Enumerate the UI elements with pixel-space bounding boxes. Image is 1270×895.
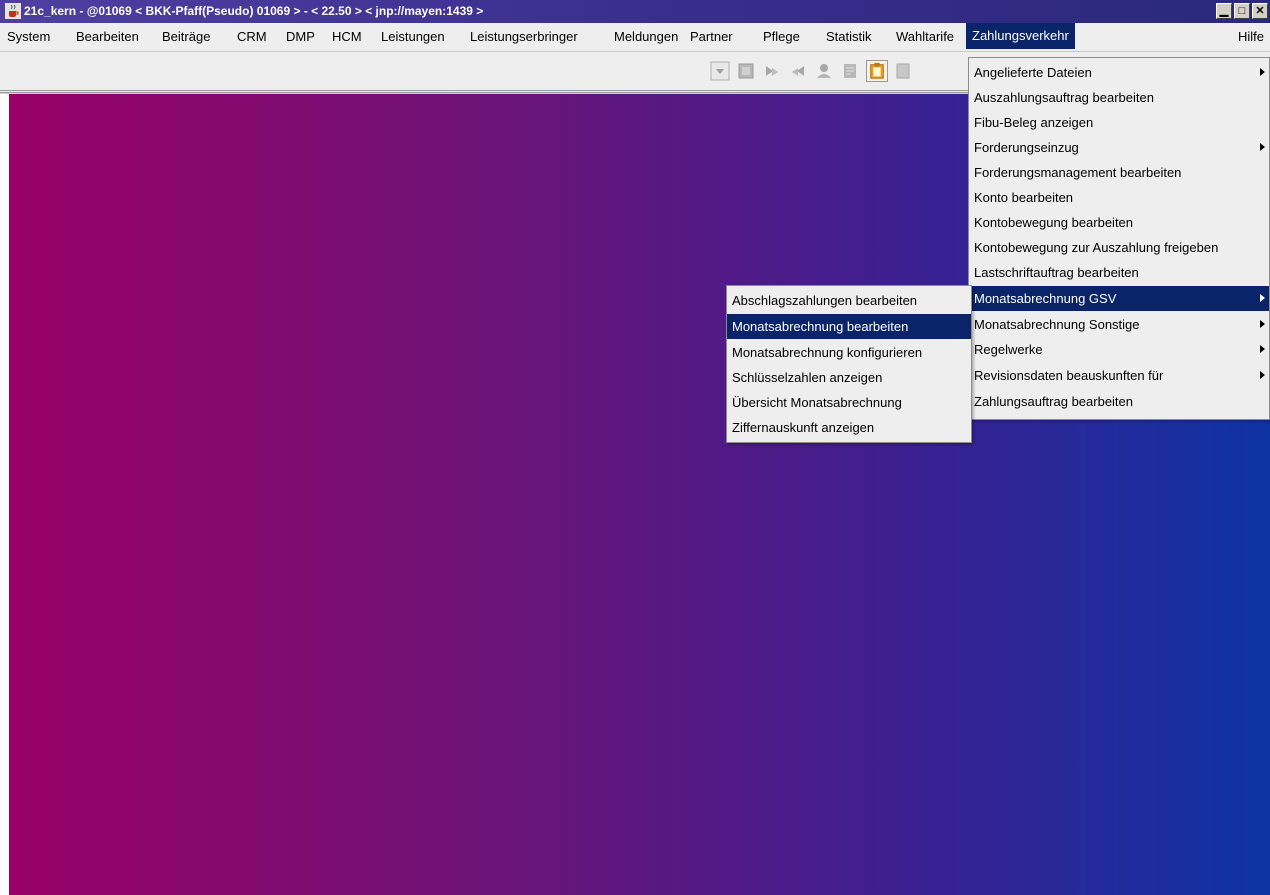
menu-crm[interactable]: CRM (237, 29, 267, 44)
monatsabrechnung-gsv-submenu: Abschlagszahlungen bearbeiten Monatsabre… (726, 285, 972, 443)
menuitem-kontobewegung[interactable]: Kontobewegung bearbeiten (969, 210, 1269, 235)
menuitem-label: Zahlungsauftrag bearbeiten (974, 394, 1134, 409)
menuitem-label: Konto bearbeiten (974, 190, 1074, 205)
menuitem-monatsabrechnung-bearbeiten[interactable]: Monatsabrechnung bearbeiten (727, 314, 971, 339)
menu-partner[interactable]: Partner (690, 29, 733, 44)
submenu-arrow-icon (1260, 345, 1265, 353)
document-icon (896, 63, 910, 79)
menuitem-uebersicht[interactable]: Übersicht Monatsabrechnung (727, 390, 971, 415)
menuitem-label: Regelwerke (974, 342, 1043, 357)
close-icon: ✕ (1255, 4, 1265, 17)
menuitem-ziffernauskunft[interactable]: Ziffernauskunft anzeigen (727, 415, 971, 440)
menuitem-label: Monatsabrechnung bearbeiten (732, 319, 909, 334)
java-cup-icon (5, 3, 21, 19)
menu-leistungserbringer[interactable]: Leistungserbringer (470, 29, 578, 44)
toolbar-clipboard-button[interactable] (866, 60, 888, 82)
menuitem-label: Fibu-Beleg anzeigen (974, 115, 1094, 130)
menuitem-forderungsmanagement[interactable]: Forderungsmanagement bearbeiten (969, 160, 1269, 185)
menu-system[interactable]: System (7, 29, 50, 44)
menuitem-monatsabrechnung-gsv[interactable]: Monatsabrechnung GSV (969, 286, 1269, 311)
title-bar[interactable]: 21c_kern - @01069 < BKK-Pfaff(Pseudo) 01… (0, 0, 1270, 23)
dropdown-button[interactable] (709, 60, 731, 82)
dropdown-icon (710, 61, 730, 81)
menuitem-label: Angelieferte Dateien (974, 65, 1092, 80)
menu-beitraege[interactable]: Beiträge (162, 29, 210, 44)
toolbar-back-button[interactable] (787, 60, 809, 82)
menuitem-angelieferte-dateien[interactable]: Angelieferte Dateien (969, 60, 1269, 85)
clipboard-icon (870, 62, 884, 79)
submenu-arrow-icon (1260, 143, 1265, 151)
submenu-arrow-icon (1260, 68, 1265, 76)
menuitem-label: Auszahlungsauftrag bearbeiten (974, 90, 1154, 105)
submenu-arrow-icon (1260, 371, 1265, 379)
menuitem-label: Abschlagszahlungen bearbeiten (732, 293, 918, 308)
close-button[interactable]: ✕ (1252, 3, 1268, 19)
person-icon (817, 64, 831, 78)
window-controls: ▁ □ ✕ (1214, 3, 1268, 19)
toolbar-document-button[interactable] (892, 60, 914, 82)
menu-bar: System Bearbeiten Beiträge CRM DMP HCM L… (0, 23, 1270, 52)
menu-wahltarife[interactable]: Wahltarife (896, 29, 954, 44)
menuitem-label: Kontobewegung bearbeiten (974, 215, 1134, 230)
zahlungsverkehr-menu: Angelieferte Dateien Auszahlungsauftrag … (968, 57, 1270, 420)
menu-pflege[interactable]: Pflege (763, 29, 800, 44)
submenu-arrow-icon (1260, 320, 1265, 328)
menuitem-fibu-beleg[interactable]: Fibu-Beleg anzeigen (969, 110, 1269, 135)
menuitem-kontobewegung-freigeben[interactable]: Kontobewegung zur Auszahlung freigeben (969, 235, 1269, 260)
bookmark-icon (738, 63, 754, 79)
menu-meldungen[interactable]: Meldungen (614, 29, 678, 44)
menuitem-monatsabrechnung-sonstige[interactable]: Monatsabrechnung Sonstige (969, 312, 1269, 337)
menuitem-label: Übersicht Monatsabrechnung (732, 395, 902, 410)
application-window: 21c_kern - @01069 < BKK-Pfaff(Pseudo) 01… (0, 0, 1270, 895)
menuitem-konto[interactable]: Konto bearbeiten (969, 185, 1269, 210)
menuitem-forderungseinzug[interactable]: Forderungseinzug (969, 135, 1269, 160)
submenu-arrow-icon (1260, 294, 1265, 302)
menuitem-zahlungsauftrag[interactable]: Zahlungsauftrag bearbeiten (969, 389, 1269, 414)
menuitem-label: Monatsabrechnung GSV (974, 291, 1117, 306)
menuitem-label: Ziffernauskunft anzeigen (732, 420, 875, 435)
menuitem-label: Lastschriftauftrag bearbeiten (974, 265, 1139, 280)
menu-bearbeiten[interactable]: Bearbeiten (76, 29, 139, 44)
menuitem-label: Monatsabrechnung konfigurieren (732, 345, 923, 360)
toolbar-forward-button[interactable] (761, 60, 783, 82)
menuitem-regelwerke[interactable]: Regelwerke (969, 337, 1269, 362)
menu-zahlungsverkehr[interactable]: Zahlungsverkehr (966, 23, 1075, 49)
menuitem-label: Schlüsselzahlen anzeigen (732, 370, 883, 385)
maximize-icon: □ (1238, 4, 1246, 17)
menuitem-revisionsdaten[interactable]: Revisionsdaten beauskunften für (969, 363, 1269, 388)
menuitem-label: Forderungsmanagement bearbeiten (974, 165, 1182, 180)
menuitem-label: Revisionsdaten beauskunften für (974, 368, 1164, 383)
left-border (0, 94, 9, 895)
back-icon (792, 66, 804, 76)
toolbar-bookmark-button[interactable] (735, 60, 757, 82)
menu-statistik[interactable]: Statistik (826, 29, 872, 44)
menuitem-label: Forderungseinzug (974, 140, 1079, 155)
menuitem-schluesselzahlen[interactable]: Schlüsselzahlen anzeigen (727, 365, 971, 390)
minimize-icon: ▁ (1219, 4, 1229, 17)
minimize-button[interactable]: ▁ (1216, 3, 1232, 19)
maximize-button[interactable]: □ (1234, 3, 1250, 19)
forward-icon (766, 66, 778, 76)
note-icon (844, 64, 856, 78)
menu-hilfe[interactable]: Hilfe (1238, 29, 1264, 44)
menuitem-monatsabrechnung-konfigurieren[interactable]: Monatsabrechnung konfigurieren (727, 340, 971, 365)
menuitem-label: Monatsabrechnung Sonstige (974, 317, 1140, 332)
menu-hcm[interactable]: HCM (332, 29, 362, 44)
window-title: 21c_kern - @01069 < BKK-Pfaff(Pseudo) 01… (24, 4, 484, 18)
menuitem-lastschriftauftrag[interactable]: Lastschriftauftrag bearbeiten (969, 260, 1269, 285)
menuitem-abschlagszahlungen[interactable]: Abschlagszahlungen bearbeiten (727, 288, 971, 313)
toolbar-person-button[interactable] (813, 60, 835, 82)
toolbar-note-button[interactable] (839, 60, 861, 82)
menu-dmp[interactable]: DMP (286, 29, 315, 44)
menuitem-label: Kontobewegung zur Auszahlung freigeben (974, 240, 1219, 255)
menuitem-auszahlungsauftrag[interactable]: Auszahlungsauftrag bearbeiten (969, 85, 1269, 110)
menu-leistungen[interactable]: Leistungen (381, 29, 445, 44)
